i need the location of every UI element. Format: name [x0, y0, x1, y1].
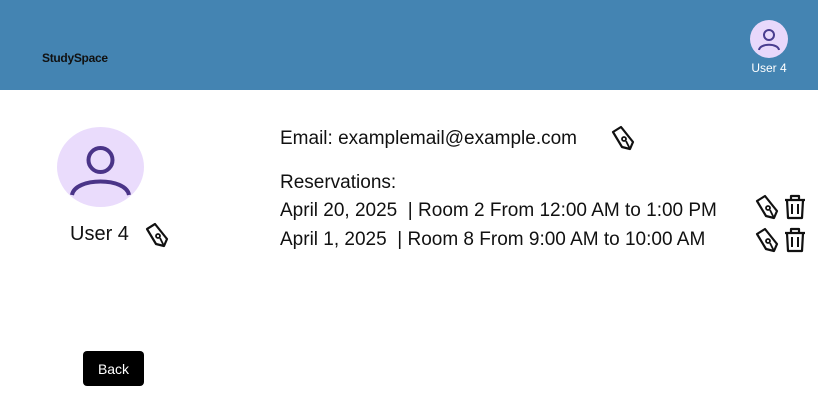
user-icon: [70, 146, 131, 196]
edit-email-pen-icon[interactable]: [609, 124, 637, 152]
email-label: Email:: [280, 128, 333, 149]
header-user-menu[interactable]: User 4: [744, 20, 794, 75]
reservations-heading: Reservations:: [280, 172, 397, 193]
reservation-date: April 1, 2025: [280, 229, 387, 250]
email-line: Email: examplemail@example.com: [280, 128, 577, 150]
brand-logo[interactable]: StudySpace: [42, 51, 108, 65]
back-button[interactable]: Back: [83, 351, 144, 386]
reservation-row: April 20, 2025 | Room 2 From 12:00 AM to…: [280, 200, 717, 222]
reservation-divider: |: [402, 200, 419, 221]
profile-avatar: [57, 127, 144, 207]
delete-reservation-trash-icon[interactable]: [782, 193, 808, 221]
top-bar: StudySpace User 4: [0, 0, 818, 90]
email-value: examplemail@example.com: [338, 128, 578, 149]
reservation-row: April 1, 2025 | Room 8 From 9:00 AM to 1…: [280, 229, 705, 251]
edit-reservation-pen-icon[interactable]: [753, 226, 781, 254]
user-icon: [758, 29, 780, 51]
reservation-detail: Room 2 From 12:00 AM to 1:00 PM: [418, 200, 717, 221]
reservation-date: April 20, 2025: [280, 200, 398, 221]
profile-name: User 4: [70, 223, 129, 245]
delete-reservation-trash-icon[interactable]: [782, 226, 808, 254]
reservation-detail: Room 8 From 9:00 AM to 10:00 AM: [407, 229, 706, 250]
reservation-divider: |: [391, 229, 408, 250]
header-user-name: User 4: [751, 61, 787, 75]
header-avatar[interactable]: [750, 20, 788, 58]
edit-name-pen-icon[interactable]: [143, 221, 171, 249]
edit-reservation-pen-icon[interactable]: [753, 193, 781, 221]
